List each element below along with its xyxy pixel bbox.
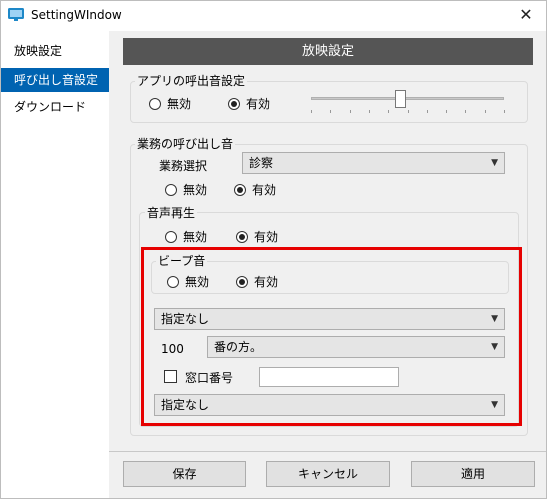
- radio-checked-icon: [228, 97, 240, 110]
- page-title: 放映設定: [123, 38, 533, 65]
- beep-legend: ビープ音: [156, 254, 208, 268]
- slider-tick: [311, 110, 312, 113]
- chevron-down-icon: ▼: [491, 314, 498, 324]
- work-call-sound-legend: 業務の呼び出し音: [135, 137, 236, 151]
- number-label: 100: [161, 342, 184, 356]
- slider-tick: [484, 110, 486, 113]
- app-call-sound-disabled-radio[interactable]: 無効: [149, 95, 191, 112]
- slider-tick: [368, 110, 370, 113]
- slider-tick: [407, 110, 409, 113]
- chevron-down-icon: ▼: [491, 158, 498, 168]
- close-button[interactable]: ✕: [506, 1, 546, 31]
- work-call-sound-disabled-radio[interactable]: 無効: [165, 181, 207, 198]
- radio-icon: [149, 97, 161, 110]
- radio-checked-icon: [236, 275, 248, 288]
- radio-checked-icon: [236, 230, 248, 243]
- slider-thumb[interactable]: [394, 90, 406, 108]
- radio-label: 無効: [183, 230, 208, 244]
- title-bar: SettingWIndow ✕: [1, 1, 546, 31]
- radio-label: 有効: [246, 97, 271, 111]
- select-value: 番の方。: [214, 340, 263, 354]
- sidebar-item-label: 呼び出し音設定: [14, 73, 99, 87]
- radio-label: 無効: [183, 183, 208, 197]
- work-call-sound-enabled-radio[interactable]: 有効: [234, 181, 276, 198]
- cancel-button[interactable]: キャンセル: [266, 461, 390, 487]
- footer-divider: [109, 451, 546, 452]
- radio-icon: [167, 275, 179, 288]
- select-value: 指定なし: [161, 398, 210, 412]
- slider-tick: [349, 110, 351, 113]
- number-suffix-select[interactable]: 番の方。 ▼: [207, 336, 505, 358]
- slider-tick: [426, 110, 428, 113]
- sidebar: 放映設定 呼び出し音設定 ダウンロード: [1, 31, 109, 498]
- chevron-down-icon: ▼: [491, 400, 498, 410]
- apply-button[interactable]: 適用: [411, 461, 535, 487]
- window-no-input[interactable]: [259, 367, 399, 387]
- monitor-icon: [8, 8, 24, 21]
- slider-tick: [504, 110, 505, 113]
- sidebar-item-label: 放映設定: [14, 44, 63, 58]
- radio-label: 無効: [185, 275, 210, 289]
- app-call-sound-legend: アプリの呼出音設定: [135, 74, 248, 88]
- slider-tick: [388, 110, 390, 113]
- voice-playback-legend: 音声再生: [145, 206, 198, 220]
- radio-label: 無効: [167, 97, 192, 111]
- save-button[interactable]: 保存: [123, 461, 246, 487]
- beep-enabled-radio[interactable]: 有効: [236, 273, 278, 290]
- radio-label: 有効: [254, 230, 279, 244]
- select-value: 診察: [249, 156, 274, 170]
- app-call-sound-enabled-radio[interactable]: 有効: [228, 95, 270, 112]
- radio-checked-icon: [234, 183, 246, 196]
- sidebar-item-label: ダウンロード: [14, 100, 87, 114]
- sidebar-item-download[interactable]: ダウンロード: [1, 95, 109, 119]
- voice-playback-disabled-radio[interactable]: 無効: [165, 228, 207, 245]
- suffix-select[interactable]: 指定なし ▼: [154, 394, 505, 416]
- window-no-label: 窓口番号: [185, 371, 234, 385]
- slider-tick: [465, 110, 467, 113]
- radio-label: 有効: [252, 183, 277, 197]
- sidebar-item-screening-settings[interactable]: 放映設定: [1, 39, 109, 63]
- work-select-dropdown[interactable]: 診察 ▼: [242, 152, 505, 174]
- work-select-label: 業務選択: [159, 159, 208, 173]
- select-value: 指定なし: [161, 312, 210, 326]
- close-icon: ✕: [519, 5, 533, 24]
- slider-track: [311, 97, 504, 100]
- slider-tick: [446, 110, 448, 113]
- beep-disabled-radio[interactable]: 無効: [167, 273, 209, 290]
- window-title: SettingWIndow: [31, 8, 122, 22]
- setting-window: SettingWIndow ✕ 放映設定 呼び出し音設定 ダウンロード 放映設定…: [0, 0, 547, 499]
- prefix-select[interactable]: 指定なし ▼: [154, 308, 505, 330]
- chevron-down-icon: ▼: [491, 342, 498, 352]
- slider-tick: [330, 110, 332, 113]
- window-no-checkbox[interactable]: [164, 370, 177, 383]
- radio-icon: [165, 230, 177, 243]
- sidebar-item-call-sound-settings[interactable]: 呼び出し音設定: [1, 68, 109, 92]
- voice-playback-enabled-radio[interactable]: 有効: [236, 228, 278, 245]
- radio-icon: [165, 183, 177, 196]
- main-panel: 放映設定 アプリの呼出音設定 無効 有効 業務の呼び出し音 業務選択 診察 ▼ …: [109, 31, 546, 498]
- radio-label: 有効: [254, 275, 279, 289]
